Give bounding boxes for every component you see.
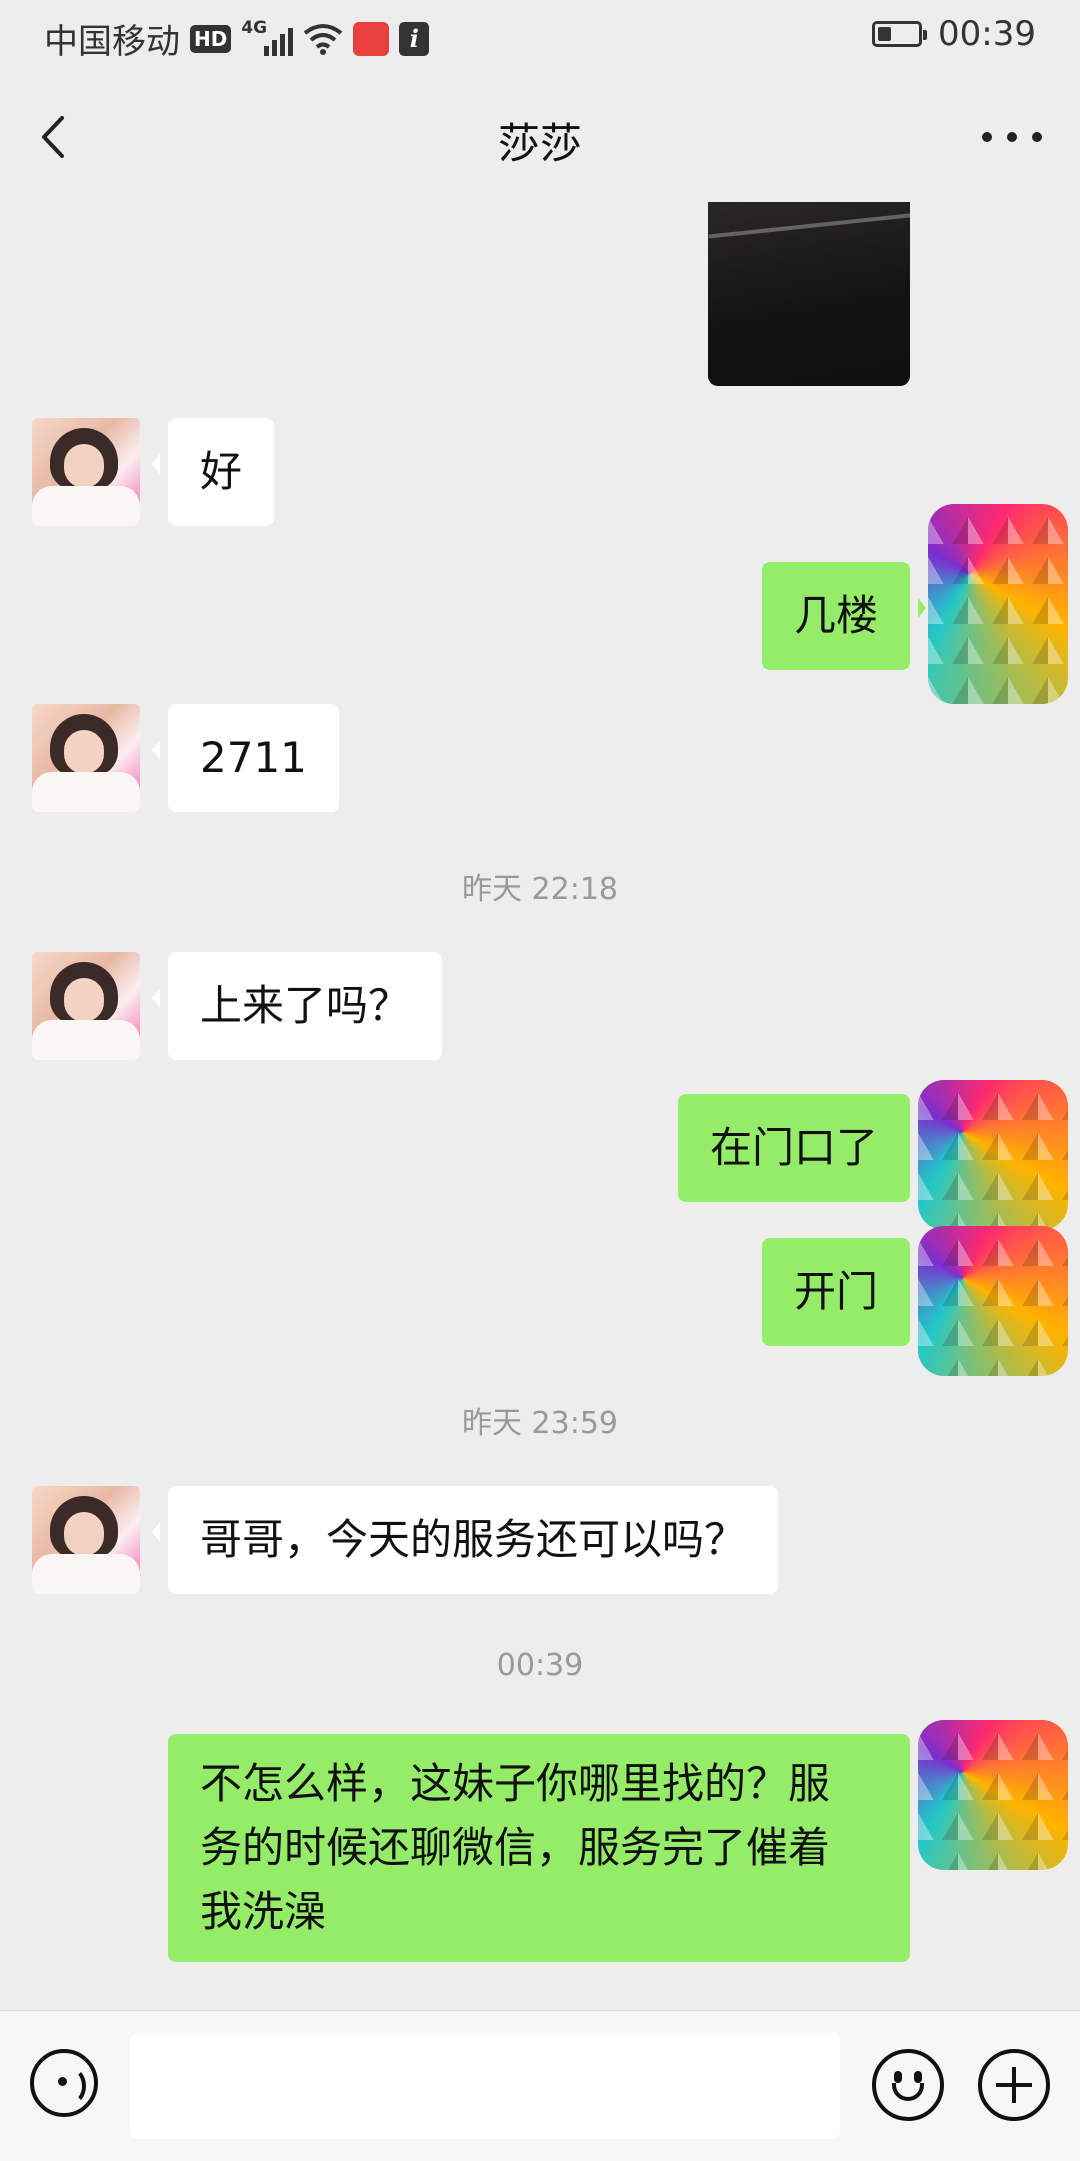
self-avatar[interactable] — [918, 1080, 1068, 1230]
status-bar: 中国移动 HD 4G i 00:39 — [0, 0, 1080, 72]
incoming-message[interactable]: 好 — [151, 418, 275, 526]
contact-avatar[interactable] — [32, 418, 140, 526]
app-notification-icon — [353, 21, 390, 56]
wifi-icon — [304, 23, 343, 55]
contact-avatar[interactable] — [32, 704, 140, 812]
chat-header: 莎莎 — [0, 72, 1080, 202]
voice-icon[interactable] — [30, 2049, 98, 2117]
outgoing-message[interactable]: 不怎么样，这妹子你哪里找的？服 务的时候还聊微信，服务完了催着 我洗澡 — [168, 1734, 926, 1962]
hd-icon: HD — [190, 24, 232, 53]
incoming-message[interactable]: 2711 — [152, 704, 339, 812]
self-avatar[interactable] — [918, 1720, 1068, 1870]
network-type: 4G — [241, 17, 268, 38]
timestamp: 00:39 — [496, 1648, 584, 1683]
outgoing-message[interactable]: 开门 — [761, 1238, 927, 1346]
info-icon: i — [399, 21, 430, 56]
signal-icon: 4G — [241, 18, 294, 56]
contact-avatar[interactable] — [32, 952, 140, 1060]
emoji-icon[interactable] — [872, 2049, 944, 2121]
plus-icon[interactable] — [978, 2049, 1050, 2121]
chat-title: 莎莎 — [497, 119, 582, 168]
timestamp: 昨天 22:18 — [462, 872, 618, 907]
outgoing-message[interactable]: 几楼 — [761, 562, 927, 670]
status-right: 00:39 — [872, 14, 1036, 54]
photo-message[interactable] — [708, 202, 910, 386]
ellipsis-icon[interactable] — [982, 112, 1042, 162]
message-line: 我洗澡 — [200, 1887, 327, 1936]
battery-icon — [872, 21, 928, 47]
message-line: 不怎么样，这妹子你哪里找的？服 — [200, 1759, 831, 1808]
incoming-message[interactable]: 上来了吗？ — [151, 952, 443, 1060]
outgoing-message[interactable]: 在门口了 — [677, 1094, 927, 1202]
timestamp: 昨天 23:59 — [462, 1406, 618, 1441]
status-left: 中国移动 HD 4G i — [44, 14, 430, 63]
carrier-name: 中国移动 — [44, 22, 180, 62]
message-input[interactable] — [130, 2033, 840, 2139]
incoming-message[interactable]: 哥哥，今天的服务还可以吗？ — [151, 1486, 779, 1594]
input-bar — [0, 2010, 1080, 2161]
contact-avatar[interactable] — [32, 1486, 140, 1594]
self-avatar[interactable] — [928, 504, 1068, 704]
self-avatar[interactable] — [918, 1226, 1068, 1376]
clock: 00:39 — [938, 14, 1036, 54]
message-line: 务的时候还聊微信，服务完了催着 — [200, 1823, 831, 1872]
